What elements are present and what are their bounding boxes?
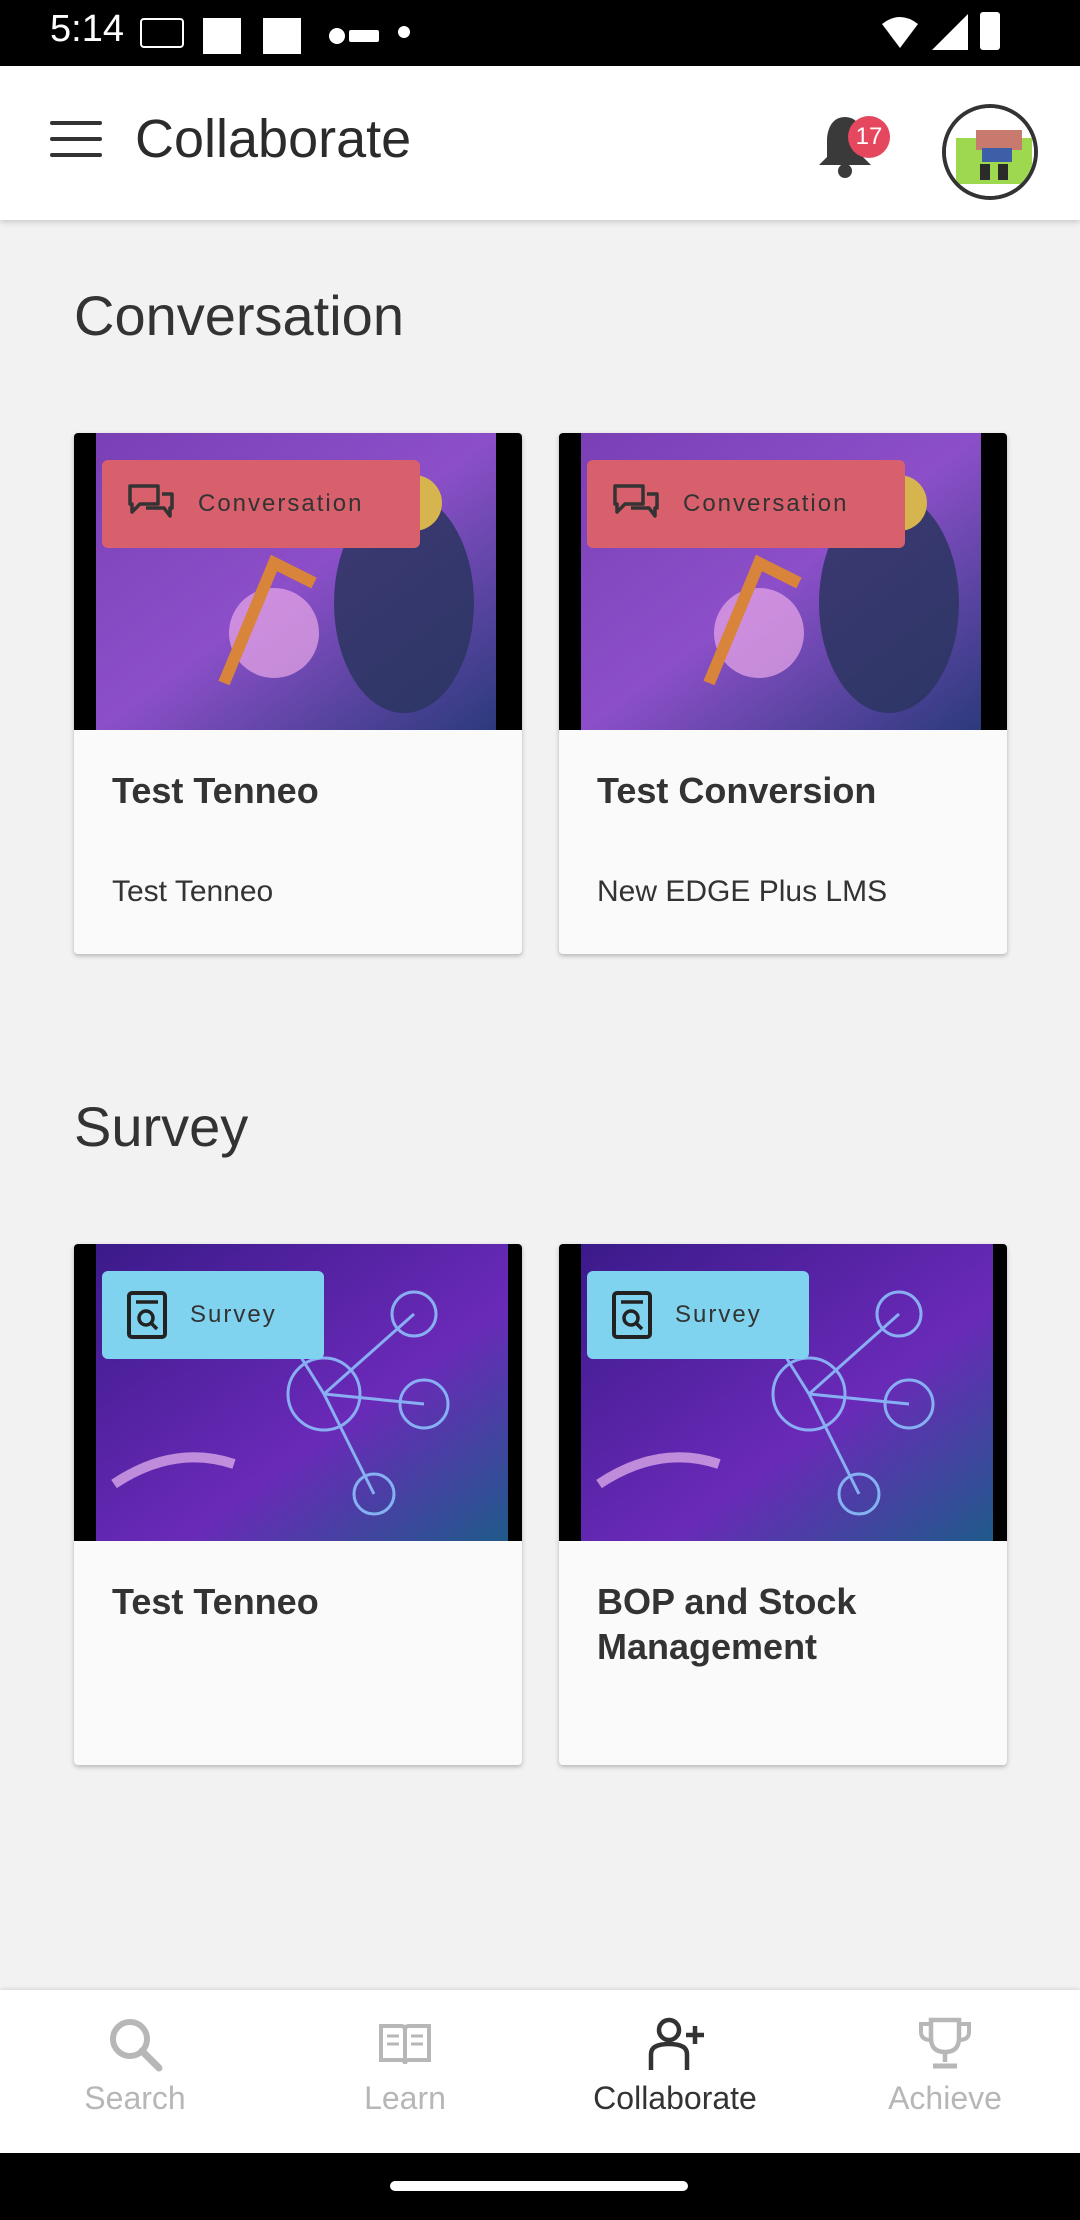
card-title: Test Conversion (597, 770, 877, 811)
card-title: Test Tenneo (112, 1581, 319, 1622)
conversation-tag: Conversation (102, 460, 420, 548)
survey-document-icon (612, 1291, 652, 1339)
page-title: Collaborate (135, 109, 412, 169)
nav-label: Learn (364, 2080, 446, 2116)
nav-label: Collaborate (593, 2080, 757, 2116)
section-title-conversation: Conversation (74, 284, 404, 347)
status-time: 5:14 (50, 8, 124, 50)
dot-icon (398, 26, 410, 38)
hamburger-menu-icon[interactable] (50, 121, 102, 163)
avatar[interactable] (942, 104, 1038, 200)
gesture-bar (0, 2153, 1080, 2220)
conversation-card[interactable]: Conversation Test Tenneo Test Tenneo (74, 433, 522, 954)
search-icon (110, 2019, 163, 2072)
signal-icon (930, 12, 970, 57)
conversation-tag: Conversation (587, 460, 905, 548)
trophy-icon (919, 2017, 971, 2069)
wifi-icon (880, 12, 920, 57)
nav-item-search[interactable]: Search (0, 1990, 270, 2153)
survey-card[interactable]: Survey Test Tenneo (74, 1244, 522, 1765)
survey-card[interactable]: Survey BOP and Stock Management (559, 1244, 1007, 1765)
bottom-navigation: Search Learn Collaborate Achieve (0, 1990, 1080, 2153)
card-title: BOP and Stock Management (597, 1581, 857, 1667)
home-gesture-handle[interactable] (390, 2181, 688, 2191)
card-title: Test Tenneo (112, 770, 319, 811)
nav-item-collaborate[interactable]: Collaborate (540, 1990, 810, 2153)
battery-icon (980, 12, 1000, 50)
nav-item-achieve[interactable]: Achieve (810, 1990, 1080, 2153)
add-person-icon (648, 2017, 704, 2070)
chat-bubbles-icon (613, 484, 659, 518)
network-icons-image: Survey (74, 1244, 522, 1541)
book-icon (379, 2024, 431, 2065)
tag-label: Conversation (198, 490, 364, 517)
chat-bubbles-icon (128, 484, 174, 518)
conversation-card[interactable]: Conversation Test Conversion New EDGE Pl… (559, 433, 1007, 954)
tag-label: Survey (675, 1301, 762, 1328)
section-title-survey: Survey (74, 1095, 249, 1158)
survey-document-icon (127, 1291, 167, 1339)
factory-robot-image: Conversation (559, 433, 1007, 730)
notification-square-icon (263, 18, 301, 54)
card-subtitle: Test Tenneo (112, 875, 274, 908)
app-logo-icon (140, 18, 184, 48)
tag-label: Survey (190, 1301, 277, 1328)
network-icons-image: Survey (559, 1244, 1007, 1541)
nav-item-learn[interactable]: Learn (270, 1990, 540, 2153)
survey-tag: Survey (587, 1271, 809, 1359)
app-bar: Collaborate 17 (0, 66, 1080, 220)
card-subtitle: New EDGE Plus LMS (597, 875, 888, 908)
factory-robot-image: Conversation (74, 433, 522, 730)
notification-badge: 17 (848, 116, 890, 158)
nav-label: Search (84, 2080, 186, 2116)
survey-tag: Survey (102, 1271, 324, 1359)
status-bar: 5:14 (0, 0, 1080, 66)
lg-icon (327, 22, 383, 50)
tag-label: Conversation (683, 490, 849, 517)
nav-label: Achieve (888, 2080, 1002, 2116)
notification-square-icon (203, 18, 241, 54)
